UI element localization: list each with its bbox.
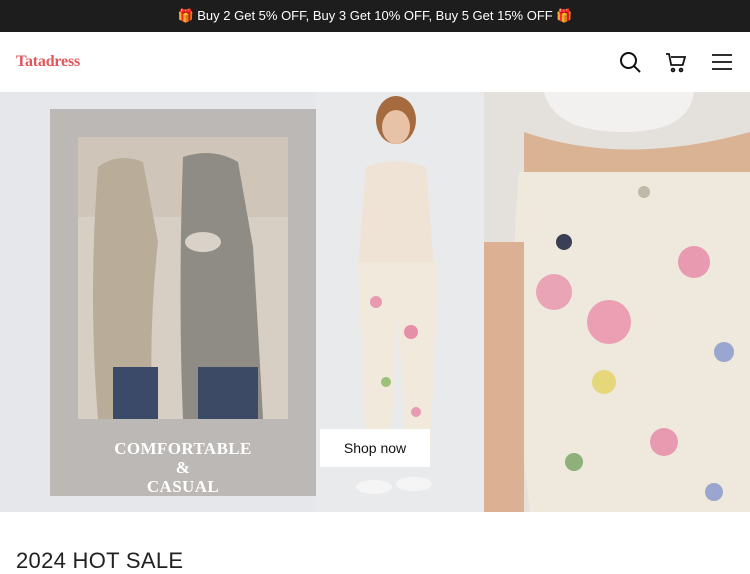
promo-banner: 🎁 Buy 2 Get 5% OFF, Buy 3 Get 10% OFF, B…	[0, 0, 750, 32]
apron-photo	[78, 137, 288, 419]
hero-closeup-photo	[484, 92, 750, 512]
cart-icon[interactable]	[664, 50, 688, 74]
hero-caption-line3: CASUAL	[146, 477, 220, 496]
hero-banner[interactable]: COMFORTABLE & CASUAL Shop now	[0, 92, 750, 512]
section-title: 2024 HOT SALE	[16, 548, 184, 573]
search-icon[interactable]	[618, 50, 642, 74]
header-icons	[618, 50, 734, 74]
shop-now-button[interactable]: Shop now	[320, 429, 430, 467]
hero-left-card: COMFORTABLE & CASUAL	[50, 109, 316, 496]
site-header: Tatadress	[0, 32, 750, 92]
hero-caption: COMFORTABLE & CASUAL	[50, 439, 316, 496]
hero-caption-line2: &	[175, 458, 191, 477]
hero-caption-line1: COMFORTABLE	[114, 439, 252, 458]
menu-icon[interactable]	[710, 50, 734, 74]
site-logo[interactable]: Tatadress	[16, 53, 80, 71]
promo-text: 🎁 Buy 2 Get 5% OFF, Buy 3 Get 10% OFF, B…	[177, 8, 573, 23]
